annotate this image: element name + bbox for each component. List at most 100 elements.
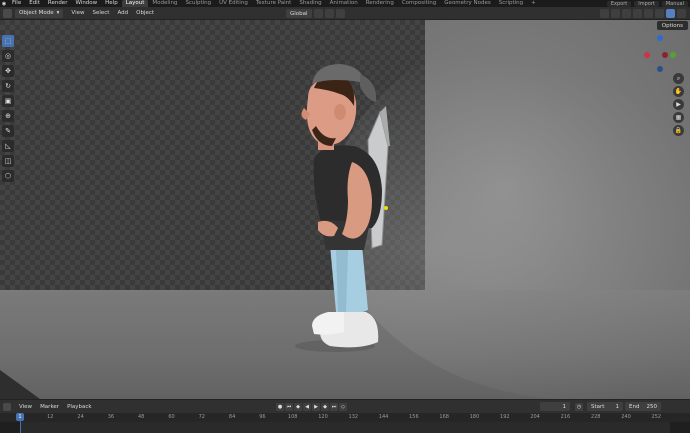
- annotate-icon[interactable]: ✎: [2, 125, 14, 137]
- move-icon[interactable]: ✥: [2, 65, 14, 77]
- rotate-icon[interactable]: ↻: [2, 80, 14, 92]
- current-frame-field[interactable]: 1: [540, 402, 570, 411]
- options-label: Options: [661, 22, 683, 29]
- add-workspace-button[interactable]: +: [527, 0, 540, 7]
- scale-icon[interactable]: ▣: [2, 95, 14, 107]
- frame-tick-label: 24: [77, 414, 84, 420]
- shading-wireframe-icon[interactable]: [644, 9, 653, 18]
- light-object-icon[interactable]: [384, 206, 388, 210]
- menu-edit[interactable]: Edit: [25, 0, 44, 7]
- tab-texture-paint[interactable]: Texture Paint: [252, 0, 296, 7]
- jump-end-icon[interactable]: ⏭: [330, 403, 338, 411]
- import-button[interactable]: Import: [634, 0, 659, 7]
- tab-modeling[interactable]: Modeling: [148, 0, 181, 7]
- viewport-menu-object[interactable]: Object: [136, 10, 154, 16]
- navigation-gizmo[interactable]: [640, 35, 680, 75]
- navigation-buttons: ⌕ ✋ ▶ ▦ 🔒: [673, 73, 684, 136]
- shading-solid-icon[interactable]: [655, 9, 664, 18]
- playhead-line: [19, 421, 21, 433]
- playhead-label: 1: [18, 414, 22, 420]
- orientation-select[interactable]: Global: [286, 9, 312, 18]
- zoom-icon[interactable]: ⌕: [673, 73, 684, 84]
- timeline-menu-view[interactable]: View: [19, 404, 32, 410]
- transform-icon[interactable]: ⊕: [2, 110, 14, 122]
- lock-icon[interactable]: 🔒: [673, 125, 684, 136]
- gizmo-z-axis[interactable]: [657, 35, 663, 41]
- proportional-edit-icon[interactable]: [335, 9, 345, 18]
- frame-range: [20, 422, 670, 433]
- character-model[interactable]: [290, 50, 420, 355]
- record-icon[interactable]: ●: [276, 403, 284, 411]
- visibility-icon[interactable]: [600, 9, 609, 18]
- viewport-header: Object Mode ▾ View Select Add Object Glo…: [0, 7, 690, 20]
- start-label: Start: [591, 403, 605, 410]
- add-object-icon[interactable]: ⬡: [2, 170, 14, 182]
- frame-tick-label: 216: [560, 414, 571, 420]
- menu-help[interactable]: Help: [101, 0, 122, 7]
- measure-icon[interactable]: ◺: [2, 140, 14, 152]
- timeline-menu-playback[interactable]: Playback: [67, 404, 92, 410]
- manual-button[interactable]: Manual: [661, 0, 688, 7]
- tab-uv-editing[interactable]: UV Editing: [215, 0, 252, 7]
- grid-icon[interactable]: ▦: [673, 112, 684, 123]
- start-frame-field[interactable]: Start 1: [587, 402, 623, 411]
- gizmo-toggle-icon[interactable]: [611, 9, 620, 18]
- pivot-icon[interactable]: [313, 9, 323, 18]
- 3d-viewport[interactable]: ⬚ ◎ ✥ ↻ ▣ ⊕ ✎ ◺ ◫ ⬡ Options ⌕ ✋ ▶ ▦ 🔒: [0, 20, 690, 399]
- jump-start-icon[interactable]: ⏮: [285, 403, 293, 411]
- tab-sculpting[interactable]: Sculpting: [181, 0, 215, 7]
- play-reverse-icon[interactable]: ◀: [303, 403, 311, 411]
- viewport-menu-select[interactable]: Select: [92, 10, 109, 16]
- timeline-menu-marker[interactable]: Marker: [40, 404, 59, 410]
- blender-logo-icon[interactable]: ◉: [0, 0, 8, 7]
- tab-compositing[interactable]: Compositing: [398, 0, 440, 7]
- shading-rendered-icon[interactable]: [677, 9, 686, 18]
- start-value: 1: [615, 403, 620, 410]
- clock-icon[interactable]: ◷: [575, 403, 583, 411]
- editor-type-icon[interactable]: [3, 8, 12, 18]
- frame-tick-label: 228: [590, 414, 601, 420]
- pan-hand-icon[interactable]: ✋: [673, 86, 684, 97]
- frame-tick-label: 252: [651, 414, 662, 420]
- timeline-ruler[interactable]: 12 24 36 48 60 72 84 96 108 120 132 144 156 168 180 192…: [0, 413, 690, 433]
- next-keyframe-icon[interactable]: ◆: [321, 403, 329, 411]
- frame-tick-label: 36: [107, 414, 115, 420]
- cursor-icon[interactable]: ◎: [2, 50, 14, 62]
- viewport-menu-view[interactable]: View: [71, 10, 84, 16]
- select-box-icon[interactable]: ⬚: [2, 35, 14, 47]
- snap-icon[interactable]: [324, 9, 334, 18]
- tab-shading[interactable]: Shading: [295, 0, 325, 7]
- tab-geometry-nodes[interactable]: Geometry Nodes: [440, 0, 494, 7]
- end-frame-field[interactable]: End 250: [625, 402, 661, 411]
- mode-select[interactable]: Object Mode ▾: [15, 8, 64, 18]
- xray-toggle-icon[interactable]: [633, 9, 642, 18]
- chevron-down-icon: ▾: [56, 10, 60, 16]
- prev-keyframe-icon[interactable]: ◆: [294, 403, 302, 411]
- export-button[interactable]: Export: [606, 0, 632, 7]
- keying-icon[interactable]: ◇: [339, 403, 347, 411]
- tab-rendering[interactable]: Rendering: [362, 0, 398, 7]
- menu-window[interactable]: Window: [71, 0, 101, 7]
- tab-scripting[interactable]: Scripting: [495, 0, 527, 7]
- menu-render[interactable]: Render: [44, 0, 72, 7]
- timeline-header: View Marker Playback ● ⏮ ◆ ◀ ▶ ◆ ⏭ ◇ 1 ◷…: [0, 399, 690, 413]
- frame-tick-label: 72: [198, 414, 205, 420]
- viewport-menu-add[interactable]: Add: [117, 10, 128, 16]
- add-cube-icon[interactable]: ◫: [2, 155, 14, 167]
- timeline-editor-icon[interactable]: [3, 402, 11, 411]
- play-icon[interactable]: ▶: [312, 403, 320, 411]
- gizmo-neg-x-axis[interactable]: [662, 52, 668, 58]
- gizmo-x-axis[interactable]: [644, 52, 650, 58]
- camera-icon[interactable]: ▶: [673, 99, 684, 110]
- tab-layout[interactable]: Layout: [121, 0, 149, 7]
- shading-material-icon[interactable]: [666, 9, 675, 18]
- options-button[interactable]: Options: [656, 21, 688, 30]
- tab-animation[interactable]: Animation: [326, 0, 362, 7]
- overlay-toggle-icon[interactable]: [622, 9, 631, 18]
- frame-tick-label: 168: [439, 414, 449, 420]
- gizmo-neg-z-axis[interactable]: [657, 66, 663, 72]
- frame-tick-label: 240: [621, 414, 631, 420]
- gizmo-y-axis[interactable]: [670, 52, 676, 58]
- menu-file[interactable]: File: [8, 0, 25, 7]
- playhead[interactable]: 1: [16, 413, 24, 421]
